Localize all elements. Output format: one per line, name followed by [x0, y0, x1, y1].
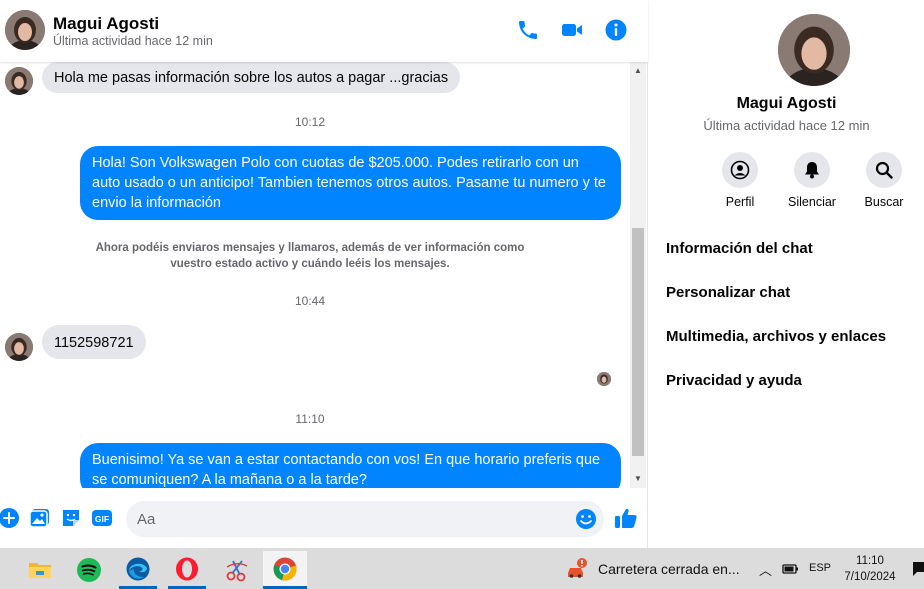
sticker-button[interactable]	[60, 507, 82, 529]
scrollbar-thumb[interactable]	[632, 228, 644, 456]
incoming-message[interactable]: 1152598721	[42, 325, 146, 359]
outgoing-message[interactable]: Buenisimo! Ya se van a estar contactando…	[80, 443, 621, 488]
message-input[interactable]	[126, 501, 566, 537]
profile-avatar[interactable]	[778, 14, 850, 86]
messenger-window: Magui Agosti Última actividad hace 12 mi…	[0, 0, 924, 548]
video-camera-icon	[562, 24, 582, 36]
mute-action-circle[interactable]	[794, 152, 830, 188]
taskbar-edge[interactable]	[119, 551, 157, 589]
chat-panel: Magui Agosti Última actividad hace 12 mi…	[0, 0, 648, 548]
message-list[interactable]: Hola me pasas información sobre los auto…	[0, 62, 648, 488]
voice-call-button[interactable]	[515, 17, 541, 43]
message-timestamp: 10:44	[294, 294, 326, 308]
chat-header: Magui Agosti Última actividad hace 12 mi…	[0, 0, 648, 62]
traffic-alert-icon[interactable]	[565, 557, 589, 581]
read-receipt-avatar	[597, 372, 611, 386]
emoji-button[interactable]	[575, 508, 597, 530]
taskbar-chrome[interactable]	[263, 551, 307, 589]
message-timestamp: 10:12	[294, 115, 326, 129]
taskbar-opera[interactable]	[168, 551, 206, 589]
search-action-label: Buscar	[864, 195, 904, 209]
contact-status: Última actividad hace 12 min	[53, 34, 213, 48]
news-widget-text[interactable]: Carretera cerrada en...	[598, 561, 740, 577]
menu-media-files-links[interactable]: Multimedia, archivos y enlaces	[666, 328, 886, 345]
message-timestamp: 11:10	[295, 412, 325, 426]
chrome-browser-icon	[273, 557, 297, 581]
mute-action-label: Silenciar	[788, 195, 836, 209]
sticker-icon	[63, 510, 79, 526]
edge-browser-icon	[126, 557, 150, 580]
message-avatar[interactable]	[5, 67, 33, 95]
message-avatar[interactable]	[5, 333, 33, 361]
scroll-down-arrow-icon[interactable]: ▼	[634, 474, 642, 483]
taskbar-spotify[interactable]	[70, 551, 108, 589]
search-action[interactable]: Buscar	[849, 152, 919, 209]
windows-taskbar: Carretera cerrada en... ︿ ESP 11:10 7/10…	[0, 548, 924, 589]
notification-center-icon[interactable]	[912, 561, 924, 577]
taskbar-snipping-tool[interactable]	[218, 551, 256, 589]
emoji-smile-icon	[576, 509, 596, 529]
system-clock[interactable]: 11:10 7/10/2024	[838, 553, 902, 585]
network-battery-icon[interactable]	[782, 560, 800, 576]
conversation-info-panel: Magui Agosti Última actividad hace 12 mi…	[649, 0, 924, 548]
system-notice: Ahora podéis enviaros mensajes y llamaro…	[95, 242, 525, 270]
menu-customize-chat[interactable]: Personalizar chat	[666, 284, 790, 301]
attach-photo-button[interactable]	[29, 507, 51, 529]
clock-time: 11:10	[856, 555, 884, 567]
conversation-info-button[interactable]	[603, 17, 629, 43]
profile-name: Magui Agosti	[736, 95, 837, 112]
bell-icon	[805, 162, 819, 179]
thumbs-up-icon	[615, 508, 637, 528]
message-input-container	[126, 501, 604, 537]
folder-icon	[29, 563, 51, 578]
gif-icon: GIF	[92, 510, 112, 526]
more-actions-button[interactable]	[0, 507, 20, 529]
video-call-button[interactable]	[559, 17, 585, 43]
info-icon	[605, 19, 627, 41]
gif-label: GIF	[95, 514, 109, 524]
menu-chat-info[interactable]: Información del chat	[666, 240, 813, 257]
menu-privacy-help[interactable]: Privacidad y ayuda	[666, 372, 802, 389]
send-like-button[interactable]	[614, 506, 638, 530]
message-scrollbar[interactable]: ▲ ▼	[630, 62, 646, 488]
spotify-icon	[77, 558, 101, 582]
scissors-icon	[226, 560, 248, 582]
incoming-message[interactable]: Hola me pasas información sobre los auto…	[42, 62, 461, 93]
mute-action[interactable]: Silenciar	[777, 152, 847, 209]
plus-circle-icon	[0, 508, 19, 528]
contact-name[interactable]: Magui Agosti	[53, 14, 159, 34]
scroll-up-arrow-icon[interactable]: ▲	[634, 66, 642, 75]
contact-avatar[interactable]	[5, 10, 45, 50]
outgoing-message[interactable]: Hola! Son Volkswagen Polo con cuotas de …	[80, 146, 621, 220]
gif-button[interactable]: GIF	[91, 507, 113, 529]
profile-action-circle[interactable]	[722, 152, 758, 188]
search-icon	[875, 161, 893, 179]
profile-action-label: Perfil	[725, 195, 755, 209]
profile-status: Última actividad hace 12 min	[703, 118, 870, 133]
clock-date: 7/10/2024	[844, 571, 896, 583]
show-hidden-icons-chevron-icon[interactable]: ︿	[759, 560, 772, 579]
input-language-indicator[interactable]: ESP	[809, 562, 831, 574]
search-action-circle[interactable]	[866, 152, 902, 188]
profile-action[interactable]: Perfil	[705, 152, 775, 209]
opera-browser-icon	[176, 557, 198, 580]
user-circle-icon	[730, 160, 750, 180]
phone-icon	[519, 21, 537, 39]
message-composer: GIF	[0, 496, 648, 542]
image-icon	[29, 509, 49, 528]
taskbar-file-explorer[interactable]	[21, 551, 59, 589]
